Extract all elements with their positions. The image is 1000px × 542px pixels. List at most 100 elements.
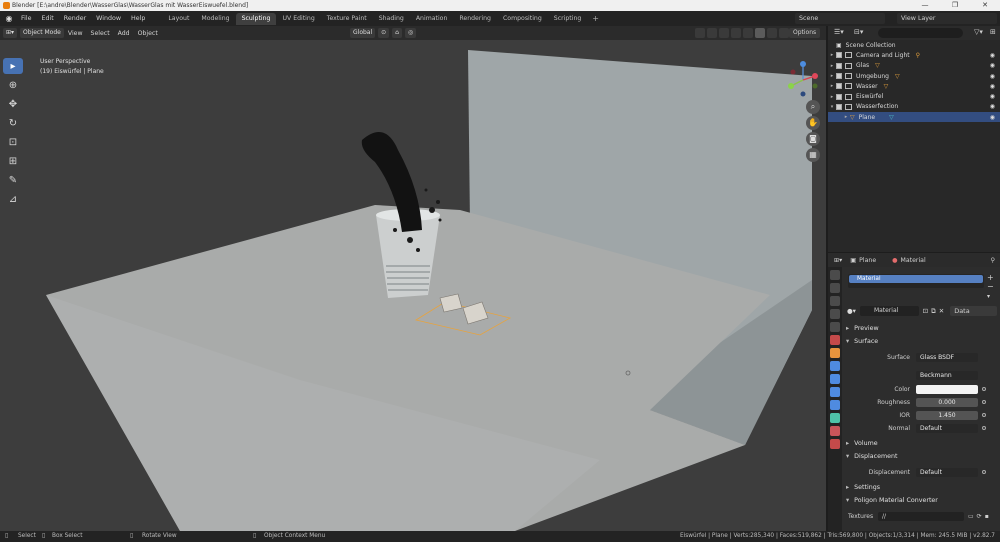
tab-layout[interactable]: Layout [162,13,195,25]
material-slot-list[interactable]: Material [848,274,984,288]
tab-compositing[interactable]: Compositing [497,13,548,25]
tab-sculpting[interactable]: Sculpting [235,12,277,25]
material-name-field[interactable]: Material [859,306,919,316]
add-menu[interactable]: Add [114,30,134,37]
modifier-tab-icon[interactable] [830,361,840,371]
outliner-editor-icon[interactable]: ☰▾ [834,28,844,36]
tab-rendering[interactable]: Rendering [453,13,497,25]
outliner-search-input[interactable] [878,28,963,38]
visibility-eye-icon[interactable]: ◉ [990,52,995,59]
blender-logo-icon[interactable]: ◉ [2,14,16,23]
outliner-row-plane[interactable]: ▸ ▽ Plane ▽ ◉ [828,112,1000,123]
roughness-field[interactable]: 0.000 [916,397,978,407]
render-tab-icon[interactable] [830,283,840,293]
object-menu[interactable]: Object [134,30,162,37]
remove-slot-button[interactable]: − [987,282,994,291]
displacement-selector[interactable]: Default [916,467,978,477]
add-slot-button[interactable]: + [987,273,994,282]
wireframe-shading-icon[interactable] [743,28,753,38]
breadcrumb-material[interactable]: Material [901,257,926,264]
section-surface[interactable]: Surface [846,336,996,347]
expand-arrow-icon[interactable]: ▸ [828,94,836,100]
tab-texture-paint[interactable]: Texture Paint [321,13,373,25]
output-tab-icon[interactable] [830,296,840,306]
visibility-eye-icon[interactable]: ◉ [990,114,995,121]
cursor-tool-icon[interactable]: ⊕ [3,77,23,93]
options-menu[interactable]: Options [789,28,821,38]
outliner-row-glas[interactable]: ▸ Glas ▽ ◉ [828,61,1000,71]
view-layer-tab-icon[interactable] [830,309,840,319]
orientation-selector[interactable]: Global [350,28,376,38]
scale-tool-icon[interactable]: ⊡ [3,134,23,150]
pivot-icon[interactable]: ⊙ [378,28,390,38]
unlink-icon[interactable]: ✕ [939,307,944,315]
minimize-button[interactable]: — [910,0,940,11]
expand-arrow-icon[interactable]: ▸ [828,63,836,69]
transform-tool-icon[interactable]: ⊞ [3,153,23,169]
outliner-row-umgebung[interactable]: ▸ Umgebung ▽ ◉ [828,71,1000,81]
measure-tool-icon[interactable]: ⊿ [3,191,23,207]
socket-icon[interactable] [982,426,986,430]
tool-tab-icon[interactable] [830,270,840,280]
mode-selector[interactable]: Object Mode [20,28,64,38]
particles-tab-icon[interactable] [830,374,840,384]
material-tab-icon[interactable] [830,426,840,436]
collapse-arrow-icon[interactable]: ▾ [828,104,836,110]
world-tab-icon[interactable] [830,335,840,345]
expand-arrow-icon[interactable]: ▸ [828,73,836,79]
add-workspace-button[interactable]: + [587,14,604,23]
textures-path-field[interactable]: // [878,511,964,521]
select-menu[interactable]: Select [87,30,114,37]
section-preview[interactable]: Preview [846,323,996,334]
texture-tab-icon[interactable] [830,439,840,449]
socket-icon[interactable] [982,413,986,417]
view-menu[interactable]: View [64,30,87,37]
solid-shading-icon[interactable] [755,28,765,38]
section-poligon-material-converter[interactable]: Poligon Material Converter [846,495,996,506]
tab-shading[interactable]: Shading [373,13,410,25]
save-icon[interactable]: ▪ [985,513,989,520]
outliner-root[interactable]: ▣ Scene Collection [828,40,1000,50]
section-settings[interactable]: Settings [846,482,996,493]
checkbox-icon[interactable] [836,62,842,69]
filter-icon[interactable]: ▽▾ [974,28,983,36]
expand-arrow-icon[interactable]: ▸ [828,52,836,58]
surface-shader-selector[interactable]: Glass BSDF [916,352,978,362]
expand-arrow-icon[interactable]: ▸ [828,83,836,89]
duplicate-icon[interactable]: ⧉ [931,307,936,316]
scene-selector[interactable]: Scene [795,13,885,24]
rotate-tool-icon[interactable]: ↻ [3,115,23,131]
xray-icon[interactable] [731,28,741,38]
socket-icon[interactable] [982,400,986,404]
reload-icon[interactable]: ⟳ [977,513,982,520]
visibility-icon[interactable] [695,28,705,38]
outliner-row-wasser[interactable]: ▸ Wasser ▽ ◉ [828,81,1000,91]
socket-icon[interactable] [982,470,986,474]
new-collection-icon[interactable]: ⊞ [990,28,996,36]
tab-scripting[interactable]: Scripting [548,13,588,25]
constraints-tab-icon[interactable] [830,400,840,410]
view-layer-selector[interactable]: View Layer [897,13,997,24]
move-tool-icon[interactable]: ✥ [3,96,23,112]
material-shading-icon[interactable] [767,28,777,38]
tab-uv-editing[interactable]: UV Editing [276,13,320,25]
3d-viewport[interactable]: User Perspective (19) Eiswürfel | Plane … [0,40,826,531]
pin-icon[interactable]: ⚲ [990,257,995,264]
visibility-eye-icon[interactable]: ◉ [990,103,995,110]
expand-arrow-icon[interactable]: ▸ [842,114,850,120]
object-tab-icon[interactable] [830,348,840,358]
visibility-eye-icon[interactable]: ◉ [990,93,995,100]
visibility-eye-icon[interactable]: ◉ [990,83,995,90]
slot-menu-chevron-down-icon[interactable]: ▾ [987,293,990,300]
visibility-eye-icon[interactable]: ◉ [990,73,995,80]
editor-type-button[interactable]: ⊞▾ [3,28,18,38]
checkbox-icon[interactable] [836,52,842,59]
link-selector[interactable]: Data [950,306,997,316]
normal-selector[interactable]: Default [916,423,978,433]
display-mode-icon[interactable]: ⊟▾ [854,28,863,36]
scene-tab-icon[interactable] [830,322,840,332]
outliner-row-eiswuerfel[interactable]: ▸ Eiswürfel ◉ [828,91,1000,101]
overlay-icon[interactable] [719,28,729,38]
properties-editor-icon[interactable]: ⊞▾ [834,257,842,264]
outliner-row-camera-and-light[interactable]: ▸ Camera and Light ⚲ ◉ [828,50,1000,60]
